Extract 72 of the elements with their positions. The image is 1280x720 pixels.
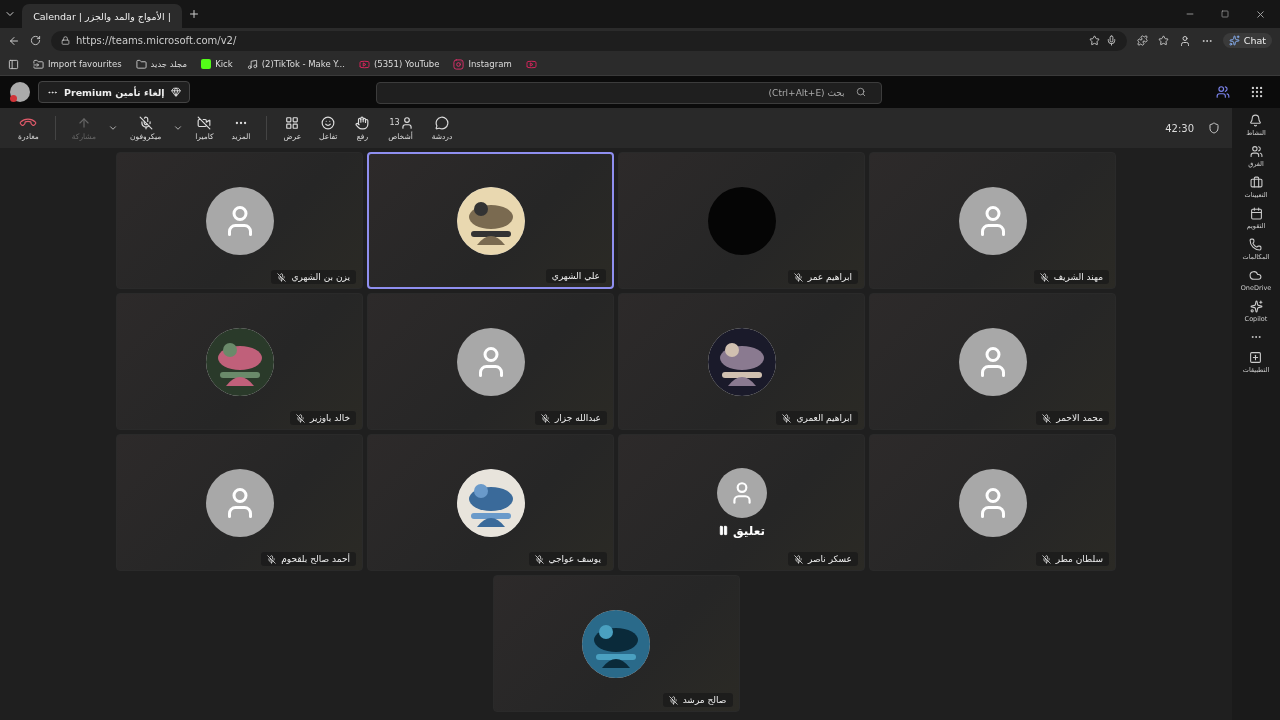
caret-icon[interactable] — [173, 123, 184, 133]
close-icon[interactable] — [1255, 8, 1266, 20]
search-icon — [855, 87, 866, 97]
diamond-icon — [170, 87, 181, 97]
participant-name: يزن بن الشهري — [271, 270, 356, 284]
bell-icon — [1249, 114, 1263, 127]
play-icon — [525, 58, 537, 70]
address-bar[interactable]: https://teams.microsoft.com/v2/ — [51, 30, 1127, 51]
premium-button[interactable]: إلغاء تأمين Premium — [38, 81, 190, 103]
bookmark[interactable]: مجلد جديد — [135, 58, 188, 70]
camera-icon — [453, 58, 465, 70]
meeting-timer: 42:30 — [1165, 122, 1194, 134]
caret-icon[interactable] — [108, 123, 119, 133]
avatar — [10, 82, 30, 102]
extensions-icon[interactable] — [1136, 35, 1148, 46]
upload-icon — [76, 115, 91, 130]
microphone-icon[interactable] — [1105, 35, 1117, 46]
briefcase-icon — [1249, 176, 1263, 189]
square-icon — [201, 59, 212, 69]
favorites-icon[interactable] — [1157, 35, 1169, 46]
people-icon — [1249, 145, 1263, 158]
camera-off-icon — [197, 115, 212, 130]
lock-icon — [61, 36, 70, 45]
bookmark[interactable]: (5351) YouTube — [358, 58, 440, 70]
status-dot — [10, 95, 17, 102]
profile-icon[interactable] — [1178, 34, 1191, 47]
shield-icon — [1208, 122, 1220, 134]
chat-button[interactable]: Chat — [1222, 33, 1272, 48]
chat-bubble-icon — [434, 115, 449, 130]
play-icon — [358, 58, 370, 70]
person-icon — [399, 115, 414, 130]
bookmark[interactable]: (2)TikTok - Make Y... — [246, 58, 345, 70]
smiley-icon — [321, 115, 336, 130]
import-icon — [33, 58, 44, 70]
bookmark[interactable]: Import favourites — [33, 58, 122, 70]
participant-name: علي الشهري — [545, 269, 606, 283]
participant-name: سلطان مطر — [1035, 552, 1109, 566]
participant-name: أحمد صالح بلقحوم — [261, 552, 356, 566]
participant-name: مهند الشريف — [1033, 270, 1109, 284]
refresh-icon[interactable] — [30, 35, 41, 46]
apps-grid-icon[interactable] — [1250, 85, 1264, 99]
participant-name: عبدالله جزار — [534, 411, 607, 425]
participant-name: ابراهيم عمر — [787, 270, 858, 284]
participant-name: ابراهيم العمري — [776, 411, 858, 425]
restore-icon[interactable] — [1221, 10, 1229, 18]
browser-tab[interactable]: Calendar | الأمواج والمد والجزر | — [22, 4, 182, 28]
calendar-icon — [1249, 207, 1263, 220]
sidebar-icon[interactable] — [8, 58, 19, 70]
participant-name: عسكر ناصر — [787, 552, 858, 566]
participant-name: خالد باوزير — [289, 411, 356, 425]
sparkle-icon — [1228, 35, 1240, 46]
bookmark[interactable]: Kick — [201, 59, 233, 69]
grid-icon — [285, 115, 300, 130]
pause-icon — [718, 525, 730, 536]
microphone-off-icon — [138, 115, 153, 130]
hold-status: تعليق — [718, 523, 765, 538]
bookmark[interactable]: Instagram — [453, 58, 512, 70]
back-icon[interactable] — [8, 34, 20, 47]
new-tab-icon[interactable] — [188, 8, 200, 20]
phone-icon — [1249, 238, 1263, 251]
participant-name: صالح مرشد — [662, 693, 733, 707]
participant-name: محمد الاحمر — [1036, 411, 1109, 425]
folder-icon — [135, 58, 147, 70]
cloud-icon — [1249, 269, 1263, 282]
bookmark[interactable] — [525, 58, 537, 70]
plus-icon — [1249, 351, 1263, 364]
star-icon[interactable] — [1088, 35, 1100, 46]
participant-name: يوسف عواجي — [528, 552, 607, 566]
music-note-icon — [246, 58, 258, 70]
sparkle-icon — [1249, 300, 1263, 313]
search-field[interactable]: بحث (Ctrl+Alt+E) — [375, 82, 882, 104]
hand-icon — [355, 115, 370, 130]
